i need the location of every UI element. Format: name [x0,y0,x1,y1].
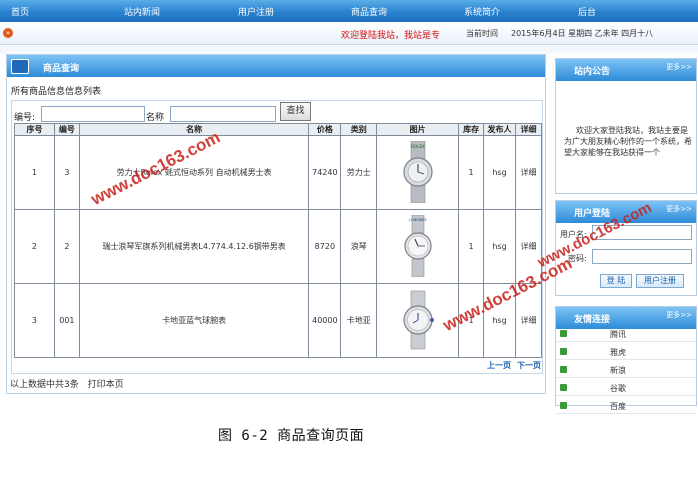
table-row: 2 2 瑞士浪琴军旗系列机械男表L4.774.4.12.6钢带男表 8720 浪… [14,209,543,284]
bullet-icon [560,348,567,355]
record-count: 以上数据中共3条 [10,380,79,390]
print-link[interactable]: 打印本页 [88,380,124,390]
link-text[interactable]: 谷歌 [610,383,626,394]
cell-code: 2 [53,209,80,284]
time-label: 当前时间 [466,29,498,38]
ticker-bar: » 欢迎登陆我站，我站是专 当前时间 2015年6月4日 星期四 乙未年 四月十… [0,23,698,45]
links-more-link[interactable]: 更多>> [666,310,692,320]
list-subtitle: 所有商品信息信息列表 [11,87,102,97]
top-nav: 首页 站内新闻 用户注册 商品查询 系统简介 后台 [0,0,698,22]
col-name: 名称 [78,123,310,136]
cell-price: 40000 [308,283,342,358]
cell-stock: 1 [458,135,485,210]
nav-home[interactable]: 首页 [11,5,29,18]
cartier-watch-image [403,290,434,349]
brand-mark: ROLEX [411,144,425,149]
table-header: 序号 编号 名称 价格 类别 图片 库存 发布人 详细 [14,123,543,136]
register-button[interactable]: 用户注册 [636,274,684,288]
nav-register[interactable]: 用户注册 [238,5,274,18]
notice-title-bar: 站内公告 更多>> [556,59,696,81]
link-text[interactable]: 雅虎 [610,347,626,358]
nav-news[interactable]: 站内新闻 [124,5,160,18]
col-category: 类别 [340,123,378,136]
cell-stock: 1 [458,209,485,284]
brand-mark: LONGINES [409,218,426,222]
col-stock: 库存 [458,123,485,136]
panel-title: 商品查询 [43,64,80,74]
figure-caption: 图 6-2 商品查询页面 [218,428,365,444]
bullet-icon [560,330,567,337]
nav-admin[interactable]: 后台 [578,5,596,18]
list-item[interactable]: 雅虎 [556,344,696,360]
time-value: 2015年6月4日 星期四 乙未年 四月十八 [511,29,654,38]
login-button[interactable]: 登 陆 [600,274,632,288]
nav-product-search[interactable]: 商品查询 [351,5,387,18]
cell-publisher: hsg [483,209,516,284]
cell-code: 3 [53,135,80,210]
rolex-watch-image: ROLEX [403,140,433,203]
notice-title: 站内公告 [574,67,611,77]
links-title: 友情连接 [574,315,611,325]
page: 首页 站内新闻 用户注册 商品查询 系统简介 后台 » 欢迎登陆我站，我站是专 … [0,0,698,477]
col-detail: 详细 [514,123,543,136]
cell-name: 卡地亚蓝气球腕表 [78,283,310,358]
welcome-marquee: 欢迎登陆我站，我站是专 [341,31,441,41]
list-item[interactable]: 百度 [556,398,696,414]
id-label: 编号: [14,113,36,123]
cell-category: 浪琴 [340,209,378,284]
list-item[interactable]: 谷歌 [556,380,696,396]
bullet-icon [560,366,567,373]
friend-links-panel: 友情连接 更多>> 腾讯 雅虎 新浪 谷歌 百度 [555,306,697,414]
col-code: 编号 [53,123,80,136]
list-item[interactable]: 腾讯 [556,326,696,342]
name-label: 名称 [146,113,165,123]
cell-price: 8720 [308,209,342,284]
arrow-circle-icon: » [3,28,13,38]
longines-watch-image: LONGINES [404,214,432,277]
cell-seq: 2 [14,209,55,284]
cell-publisher: hsg [483,135,516,210]
panel-title-bar: 商品查询 [7,55,545,77]
product-search-panel: 商品查询 所有商品信息信息列表 编号: 名称 查找 序号 编号 名称 价格 类别… [6,54,546,394]
cell-seq: 1 [14,135,55,210]
name-input[interactable] [170,106,276,122]
bullet-icon [560,384,567,391]
bullet-icon [560,402,567,409]
notice-text: 欢迎大家登陆我站，我站主要是为广大朋友精心制作的一个系统，希望大家能够在我站获得… [564,126,692,157]
col-price: 价格 [308,123,342,136]
panel-icon [11,59,29,74]
cell-category: 卡地亚 [340,283,378,358]
password-input[interactable] [592,249,692,264]
cell-seq: 3 [14,283,55,358]
col-image: 图片 [376,123,460,136]
login-title: 用户登陆 [574,209,611,219]
notice-panel: 站内公告 更多>> 欢迎大家登陆我站，我站主要是为广大朋友精心制作的一个系统，希… [555,58,697,194]
list-footer: 以上数据中共3条 打印本页 [10,377,130,390]
notice-more-link[interactable]: 更多>> [666,62,692,72]
cell-image: ROLEX [376,135,460,210]
link-text[interactable]: 腾讯 [610,329,626,340]
col-seq: 序号 [14,123,55,136]
col-publisher: 发布人 [483,123,516,136]
prev-page-link[interactable]: 上一页 [487,360,511,371]
cell-code: 001 [53,283,80,358]
nav-about[interactable]: 系统简介 [464,5,500,18]
cell-category: 劳力士 [340,135,378,210]
search-button[interactable]: 查找 [280,102,311,121]
detail-link[interactable]: 详细 [514,135,543,210]
link-text[interactable]: 百度 [610,401,626,412]
separator [0,46,698,54]
login-more-link[interactable]: 更多>> [666,204,692,214]
link-text[interactable]: 新浪 [610,365,626,376]
next-page-link[interactable]: 下一页 [517,360,541,371]
cell-image: LONGINES [376,209,460,284]
cell-price: 74240 [308,135,342,210]
cell-name: 瑞士浪琴军旗系列机械男表L4.774.4.12.6钢带男表 [78,209,310,284]
list-item[interactable]: 新浪 [556,362,696,378]
id-input[interactable] [41,106,145,122]
